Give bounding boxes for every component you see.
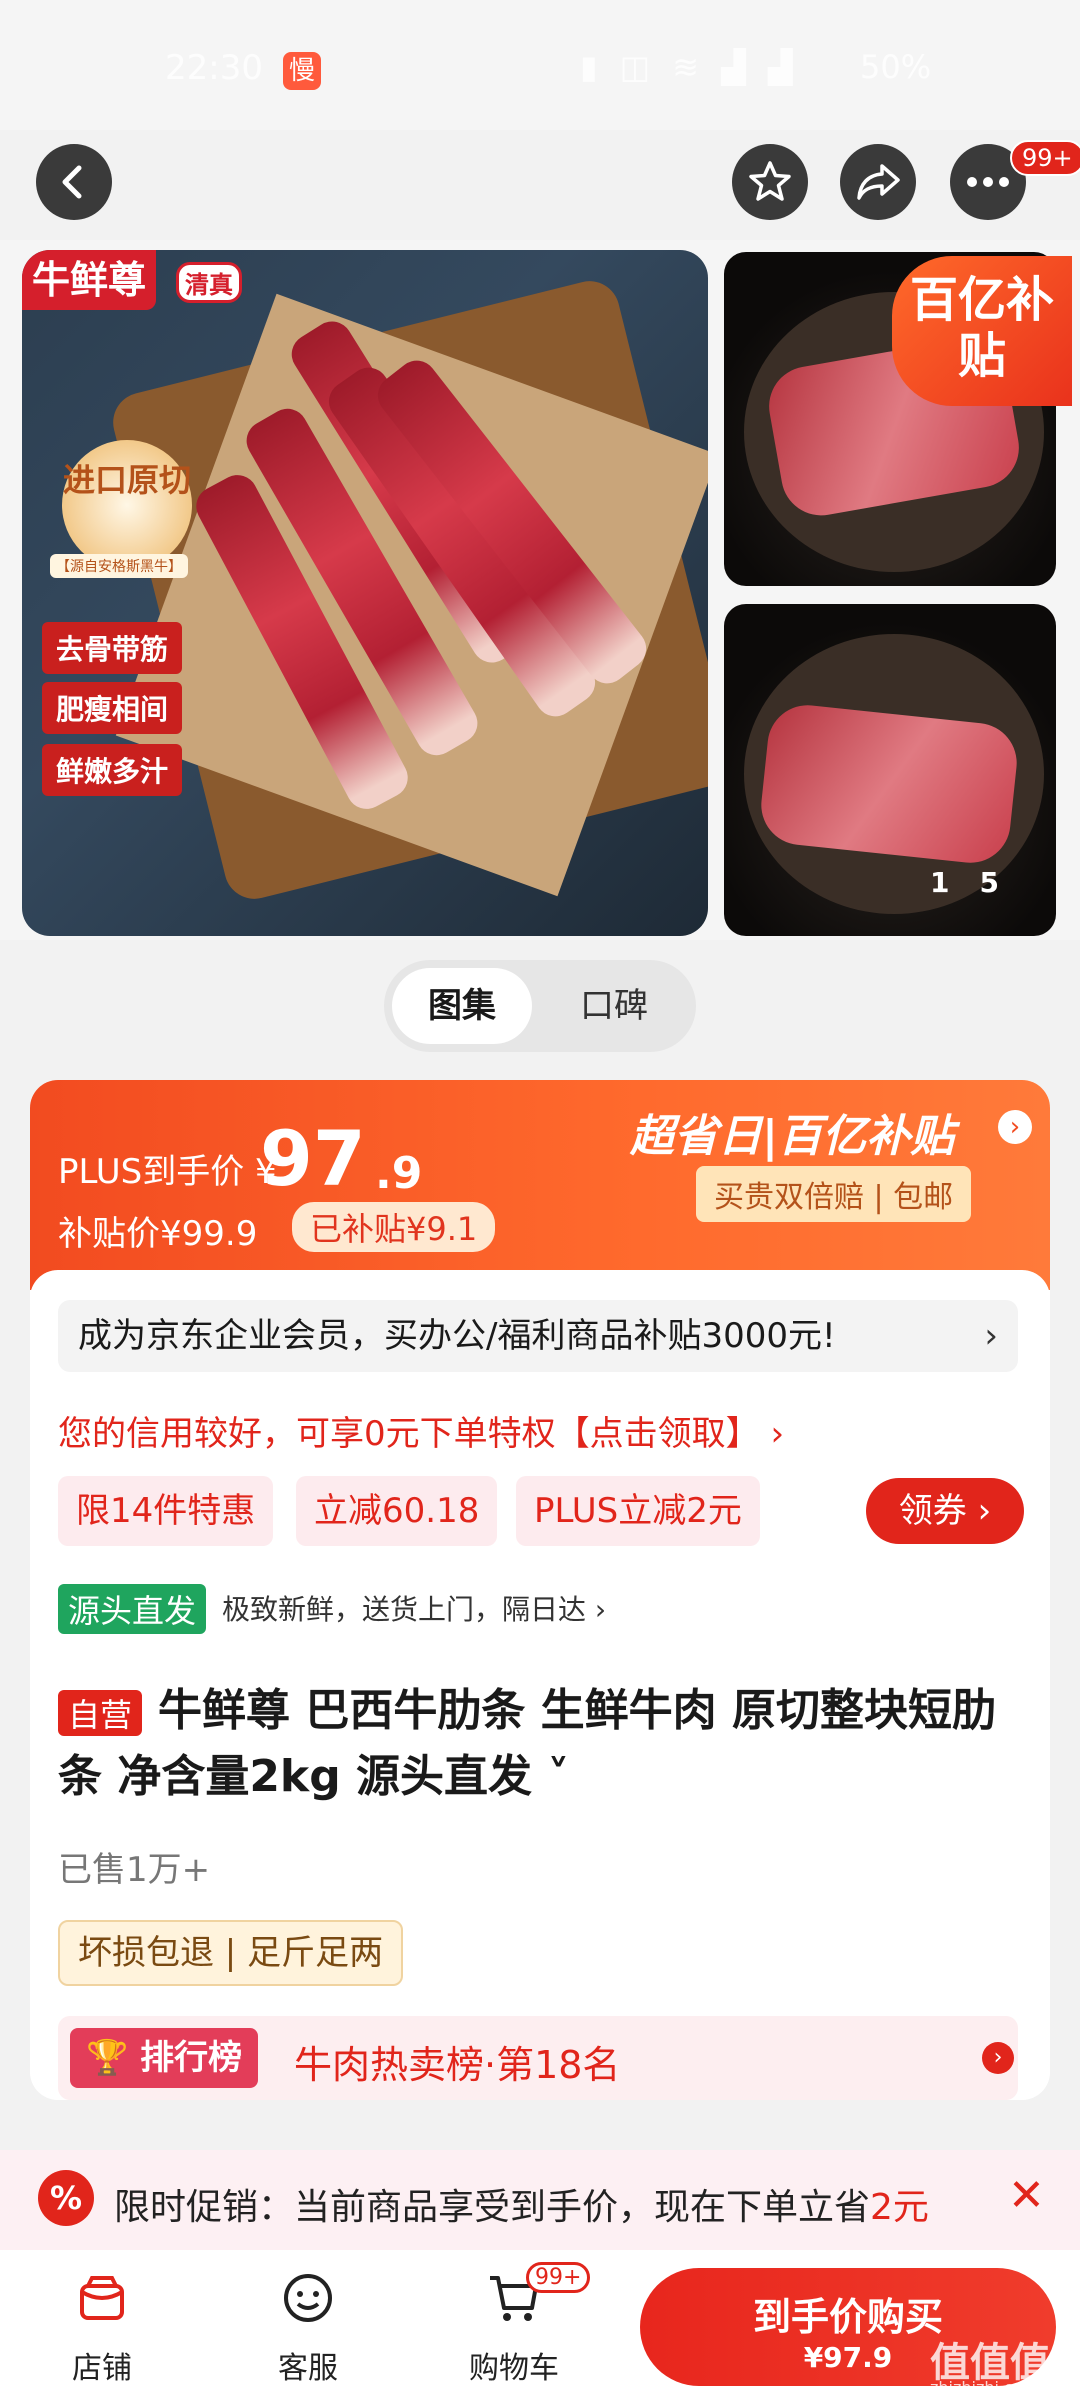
- coupon-tag[interactable]: 立减60.18: [296, 1476, 498, 1546]
- promotion-amount: 2元: [870, 2187, 929, 2228]
- nav-cart-label: 购物车: [469, 2351, 559, 2386]
- product-title[interactable]: 牛鲜尊 巴西牛肋条 生鲜牛肉 原切整块短肋条 净含量2kg 源头直发 ˅: [58, 1678, 1038, 1810]
- promotion-message: 限时促销：当前商品享受到手价，现在下单立省: [114, 2187, 871, 2228]
- watermark-url: zhizhizhi.com: [930, 2378, 1039, 2397]
- media-tabs: 图集 口碑: [384, 960, 696, 1052]
- chevron-right-icon: ›: [982, 2042, 1014, 2074]
- slow-badge: 慢: [283, 52, 321, 90]
- plus-price-label: PLUS到手价 ¥: [58, 1152, 277, 1192]
- shop-icon: [42, 2270, 162, 2343]
- coupon-tag[interactable]: PLUS立减2元: [516, 1476, 760, 1546]
- pager-total: 5: [979, 866, 1029, 899]
- ranking-tag: 🏆 排行榜: [70, 2028, 259, 2088]
- subsidy-badge: 百亿补贴: [892, 256, 1072, 406]
- gallery-pager: 15: [930, 866, 1029, 899]
- share-button[interactable]: [840, 144, 916, 220]
- chevron-right-icon: ›: [984, 1316, 998, 1356]
- promotion-bar[interactable]: % 限时促销：当前商品享受到手价，现在下单立省2元 ✕: [0, 2150, 1080, 2250]
- sold-count: 已售1万+: [58, 1850, 211, 1890]
- subsidized-amount: 已补贴¥9.1: [292, 1202, 496, 1252]
- promotion-text: 限时促销：当前商品享受到手价，现在下单立省2元: [114, 2178, 929, 2230]
- enterprise-banner[interactable]: 成为京东企业会员，买办公/福利商品补贴3000元! ›: [58, 1300, 1018, 1372]
- feature-tag: 鲜嫩多汁: [42, 744, 183, 796]
- seal-subtitle: 【源自安格斯黑牛】: [50, 554, 188, 578]
- more-icon: [967, 177, 1009, 187]
- ranking-banner[interactable]: 🏆 排行榜 牛肉热卖榜·第18名 ›: [58, 2016, 1018, 2100]
- star-icon: [749, 161, 791, 201]
- close-icon[interactable]: ✕: [1008, 2170, 1045, 2221]
- price-decimal: .9: [375, 1148, 423, 1199]
- share-icon: [857, 164, 900, 200]
- nav-shop[interactable]: 店铺: [42, 2270, 162, 2387]
- source-tag: 源头直发: [58, 1584, 207, 1634]
- guarantee-tag[interactable]: 坏损包退 | 足斤足两: [58, 1920, 404, 1986]
- battery-level: 50%: [860, 48, 932, 86]
- feature-tag: 肥瘦相间: [42, 682, 183, 734]
- discount-icon: %: [38, 2170, 94, 2226]
- enterprise-text: 成为京东企业会员，买办公/福利商品补贴3000元!: [78, 1316, 836, 1356]
- get-coupon-label: 领券: [898, 1491, 967, 1531]
- nav-service[interactable]: 客服: [248, 2270, 368, 2387]
- chevron-right-icon[interactable]: ›: [998, 1110, 1032, 1144]
- coupon-tag[interactable]: 限14件特惠: [58, 1476, 274, 1546]
- import-seal: 进口原切: [62, 440, 192, 570]
- source-text[interactable]: 极致新鲜，送货上门，隔日达 ›: [222, 1588, 606, 1628]
- bottom-nav: 店铺 客服 购物车 99+ 到手价购买 ¥97.9: [0, 2250, 1080, 2400]
- nav-shop-label: 店铺: [72, 2351, 132, 2386]
- meat-piece: [757, 701, 1021, 867]
- main-product-image[interactable]: 牛鲜尊 清真 进口原切 【源自安格斯黑牛】 去骨带筋 肥瘦相间 鲜嫩多汁: [22, 250, 708, 936]
- get-coupon-button[interactable]: 领券 ›: [866, 1478, 1024, 1544]
- cart-badge: 99+: [526, 2262, 591, 2293]
- product-info: 成为京东企业会员，买办公/福利商品补贴3000元! › 您的信用较好，可享0元下…: [30, 1270, 1050, 2100]
- more-badge: 99+: [1010, 140, 1080, 176]
- tab-gallery[interactable]: 图集: [392, 968, 532, 1044]
- nav-service-label: 客服: [278, 2351, 338, 2386]
- price-integer: 97: [260, 1114, 366, 1203]
- ranking-tag-label: 排行榜: [140, 2038, 243, 2078]
- chat-icon: [248, 2270, 368, 2343]
- signal-icons: ▮ ◫ ≋ ▟ ▟: [580, 48, 799, 86]
- price-header: PLUS到手价 ¥ 97 .9 补贴价¥99.9 已补贴¥9.1 超省日|百亿补…: [30, 1080, 1050, 1290]
- halal-tag: 清真: [176, 262, 242, 303]
- credit-offer[interactable]: 您的信用较好，可享0元下单特权【点击领取】 ›: [58, 1406, 784, 1455]
- tab-reviews[interactable]: 口碑: [544, 968, 684, 1044]
- pager-current: 1: [930, 866, 980, 899]
- ranking-text: 牛肉热卖榜·第18名: [294, 2043, 621, 2087]
- status-time: 22:30: [165, 48, 263, 88]
- self-operated-tag: 自营: [58, 1690, 143, 1736]
- double-pay-guarantee[interactable]: 买贵双倍赔 | 包邮: [696, 1166, 972, 1222]
- nav-cart[interactable]: 购物车 99+: [454, 2262, 591, 2387]
- back-button[interactable]: [36, 144, 112, 220]
- favorite-button[interactable]: [732, 144, 808, 220]
- brand-tag: 牛鲜尊: [22, 250, 157, 310]
- chevron-left-icon: [62, 165, 82, 199]
- promo-title[interactable]: 超省日|百亿补贴: [630, 1100, 954, 1164]
- feature-tag: 去骨带筋: [42, 622, 183, 674]
- price-card: PLUS到手价 ¥ 97 .9 补贴价¥99.9 已补贴¥9.1 超省日|百亿补…: [30, 1080, 1050, 2100]
- subsidy-price: 补贴价¥99.9: [58, 1214, 258, 1254]
